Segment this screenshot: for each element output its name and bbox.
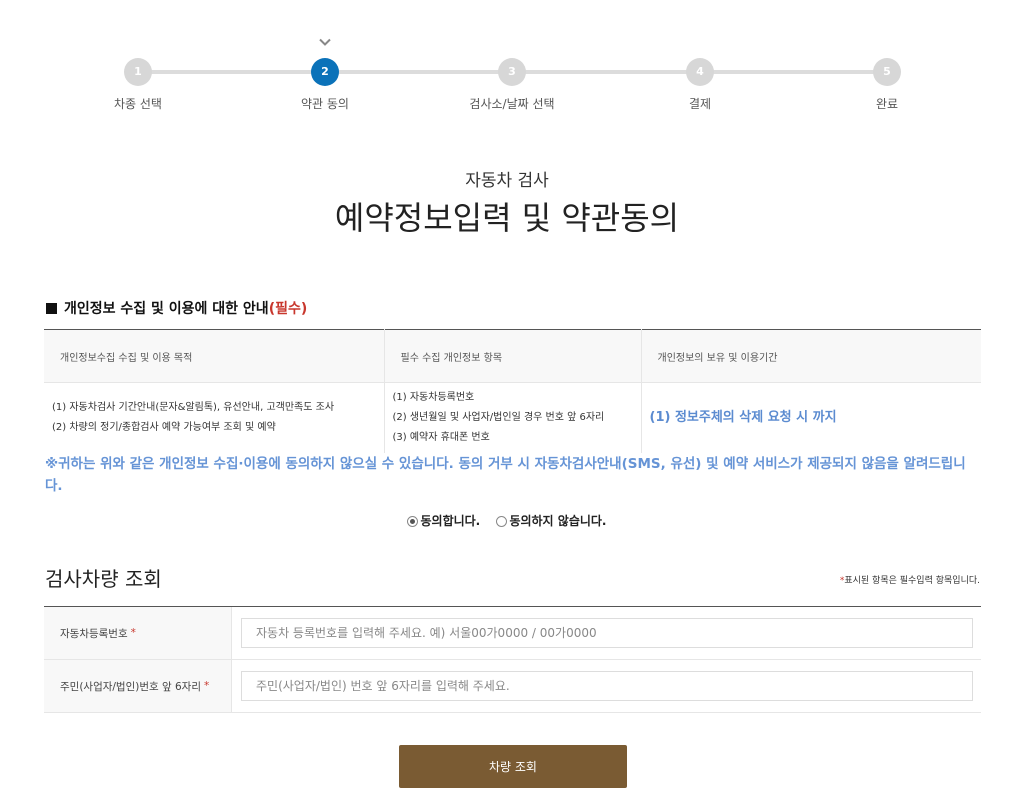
step-number: 3 (498, 58, 526, 86)
collected-item: (3) 예약자 휴대폰 번호 (392, 431, 490, 443)
privacy-info-table: 개인정보수집 수집 및 이용 목적 필수 수집 개인정보 항목 개인정보의 보유… (44, 329, 981, 453)
required-tag: (필수) (268, 301, 308, 317)
column-header-retention: 개인정보의 보유 및 이용기간 (641, 329, 981, 383)
consent-radio-group: 동의합니다. 동의하지 않습니다. (0, 512, 1014, 529)
bullet-square-icon (46, 303, 57, 314)
step-label: 완료 (875, 97, 899, 111)
step-3: 3 검사소/날짜 선택 (452, 58, 572, 112)
disagree-option[interactable]: 동의하지 않습니다. (496, 512, 607, 529)
step-label: 검사소/날짜 선택 (469, 97, 555, 111)
agree-label: 동의합니다. (420, 514, 481, 528)
agree-radio[interactable] (407, 516, 419, 527)
items-cell: (1) 자동차등록번호 (2) 생년월일 및 사업자/법인일 경우 번호 앞 6… (384, 382, 642, 453)
purpose-item: (2) 차량의 정기/종합검사 예약 가능여부 조회 및 예약 (52, 421, 276, 433)
progress-stepper: 1 차종 선택 2 약관 동의 3 검사소/날짜 선택 4 결제 5 완료 (0, 0, 1014, 130)
plate-number-input[interactable] (241, 618, 973, 648)
id-number-input[interactable] (241, 671, 973, 701)
required-fields-note: *표시된 항목은 필수입력 항목입니다. (839, 576, 980, 586)
plate-number-label: 자동차등록번호 * (44, 607, 232, 659)
step-label: 결제 (688, 97, 712, 111)
privacy-heading-text: 개인정보 수집 및 이용에 대한 안내 (64, 301, 269, 317)
id-number-label: 주민(사업자/법인)번호 앞 6자리 * (44, 660, 232, 712)
lookup-section-title: 검사차량 조회 (45, 567, 162, 591)
collected-item: (2) 생년월일 및 사업자/법인일 경우 번호 앞 6자리 (392, 411, 605, 423)
retention-cell: (1) 정보주체의 삭제 요청 시 까지 (649, 409, 837, 425)
disagree-label: 동의하지 않습니다. (509, 514, 607, 528)
column-header-items: 필수 수집 개인정보 항목 (384, 329, 642, 383)
table-row: (1) 자동차검사 기간안내(문자&알림톡), 유선안내, 고객만족도 조사 (… (44, 382, 981, 453)
form-row-id: 주민(사업자/법인)번호 앞 6자리 * (44, 660, 981, 713)
step-number: 2 (311, 58, 339, 86)
vehicle-lookup-button[interactable]: 차량 조회 (399, 745, 627, 788)
step-1: 1 차종 선택 (78, 58, 198, 112)
purpose-cell: (1) 자동차검사 기간안내(문자&알림톡), 유선안내, 고객만족도 조사 (… (44, 382, 385, 453)
privacy-section-heading: 개인정보 수집 및 이용에 대한 안내(필수) (46, 298, 307, 318)
consent-notice: ※귀하는 위와 같은 개인정보 수집·이용에 동의하지 않으실 수 있습니다. … (45, 456, 966, 494)
step-number: 5 (873, 58, 901, 86)
agree-option[interactable]: 동의합니다. (407, 512, 480, 529)
table-header-row: 개인정보수집 수집 및 이용 목적 필수 수집 개인정보 항목 개인정보의 보유… (44, 329, 981, 383)
collected-item: (1) 자동차등록번호 (392, 391, 475, 403)
step-label: 차종 선택 (114, 97, 162, 111)
column-header-purpose: 개인정보수집 수집 및 이용 목적 (44, 329, 385, 383)
step-2: 2 약관 동의 (265, 58, 385, 112)
step-number: 4 (686, 58, 714, 86)
page-title: 예약정보입력 및 약관동의 (334, 199, 680, 237)
step-label: 약관 동의 (301, 97, 349, 111)
current-step-check-icon (319, 38, 331, 46)
form-row-plate: 자동차등록번호 * (44, 607, 981, 660)
step-4: 4 결제 (640, 58, 760, 112)
page-subtitle: 자동차 검사 (465, 171, 549, 191)
step-5: 5 완료 (827, 58, 947, 112)
disagree-radio[interactable] (496, 516, 508, 527)
step-number: 1 (124, 58, 152, 86)
purpose-item: (1) 자동차검사 기간안내(문자&알림톡), 유선안내, 고객만족도 조사 (52, 401, 335, 413)
vehicle-lookup-form: 자동차등록번호* 주민(사업자/법인)번호 앞 6자리* (44, 606, 981, 713)
